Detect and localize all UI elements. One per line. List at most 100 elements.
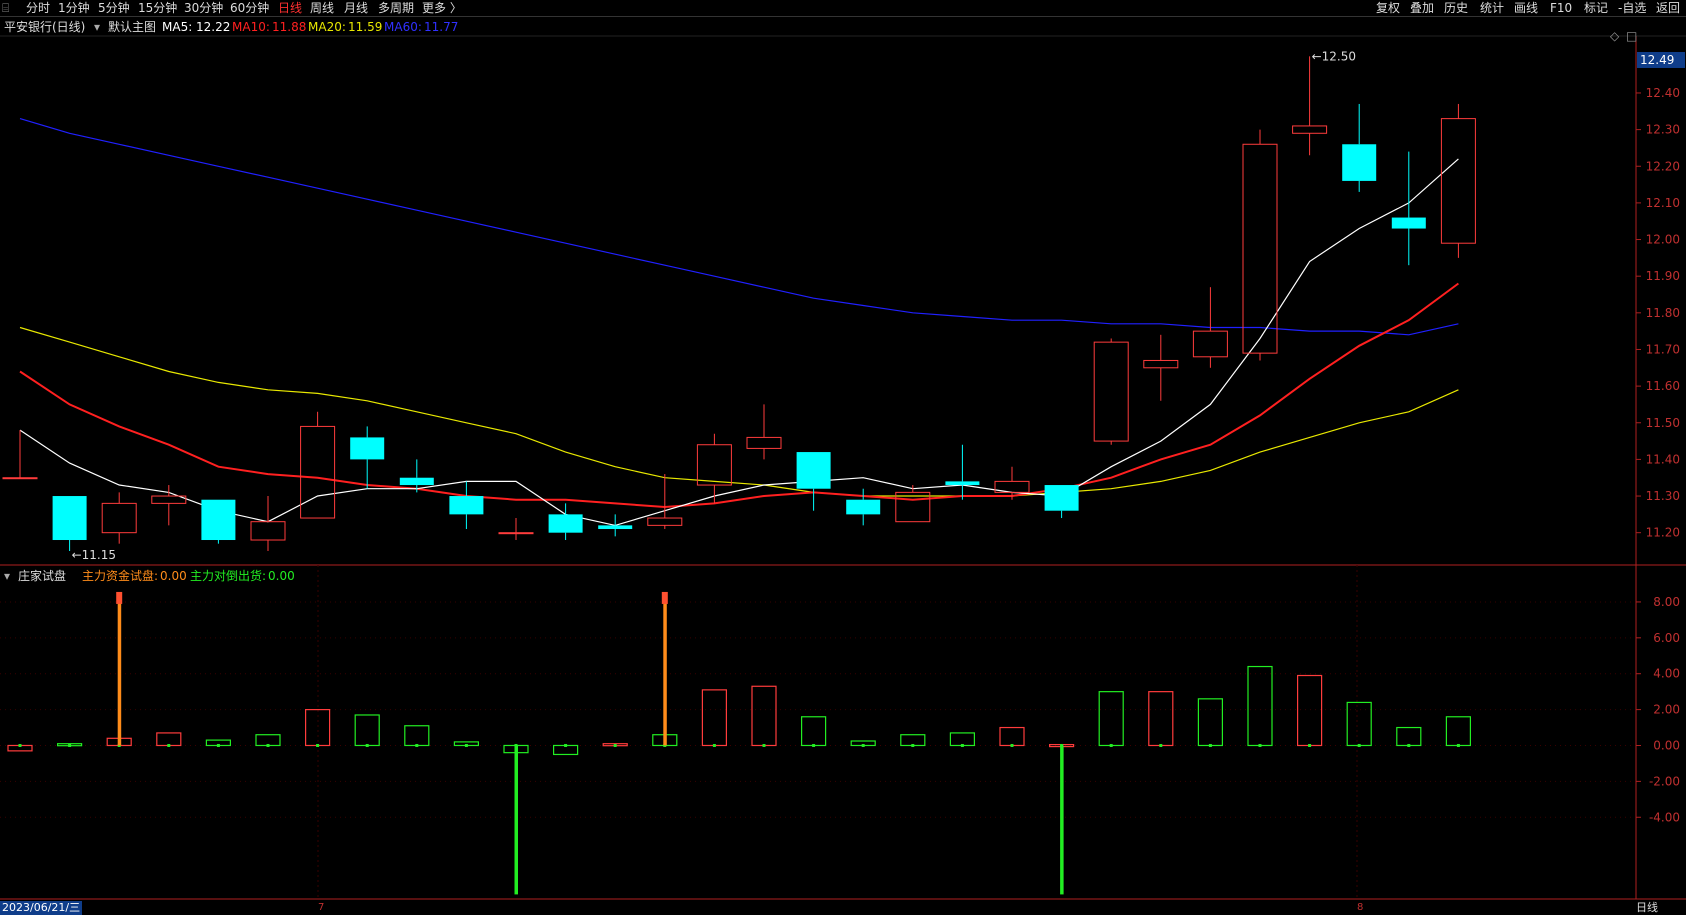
sub-chart-name[interactable]: 庄家试盘	[18, 568, 66, 584]
signal-bar	[602, 743, 628, 747]
signal-bar	[156, 732, 182, 747]
candle-body	[201, 499, 236, 541]
zero-dot	[1208, 743, 1212, 747]
tab-more[interactable]: 更多 〉	[422, 0, 462, 16]
tab-60min[interactable]: 60分钟	[230, 0, 269, 16]
tab-1min[interactable]: 1分钟	[58, 0, 90, 16]
candle-body	[945, 481, 980, 486]
tab-5min[interactable]: 5分钟	[98, 0, 130, 16]
signal-bar	[205, 739, 231, 747]
candle-body	[300, 425, 336, 519]
btn-mark[interactable]: 标记	[1584, 0, 1608, 16]
zero-dot	[613, 743, 617, 747]
zero-dot	[663, 743, 667, 747]
main-chart-name[interactable]: 默认主图	[108, 19, 156, 35]
signal-bar	[850, 740, 876, 747]
zero-dot	[365, 743, 369, 747]
tab-multi-period[interactable]: 多周期	[378, 0, 414, 16]
zero-dot	[960, 743, 964, 747]
signal-bar	[7, 744, 33, 752]
signal2-value: 0.00	[268, 569, 295, 583]
signal-spike	[663, 601, 667, 746]
tab-daily[interactable]: 日线	[278, 0, 302, 16]
zero-dot	[68, 743, 72, 747]
month-marker-7: 7	[318, 902, 325, 913]
candle-body	[250, 521, 286, 541]
tab-fenshi[interactable]: 分时	[26, 0, 50, 16]
zero-dot	[1456, 743, 1460, 747]
btn-remove-fav[interactable]: -自选	[1618, 0, 1646, 16]
zero-dot	[514, 743, 518, 747]
candle-body	[895, 491, 931, 523]
tab-weekly[interactable]: 周线	[310, 0, 334, 16]
ma5-line	[19, 158, 1459, 527]
tab-15min[interactable]: 15分钟	[138, 0, 177, 16]
price-tick-label: 11.90	[1646, 269, 1680, 283]
ma60-label: MA60:	[384, 20, 422, 34]
date-axis	[0, 901, 1686, 915]
zero-dot	[18, 743, 22, 747]
btn-back[interactable]: 返回	[1656, 0, 1680, 16]
sub-tick-label: -2.00	[1649, 774, 1680, 788]
chevron-down-icon[interactable]: ▾	[94, 19, 100, 35]
sub-tick-label: 8.00	[1653, 595, 1680, 609]
signal-bar	[1445, 716, 1472, 747]
candle-body	[1292, 125, 1328, 134]
current-price-box	[1637, 51, 1685, 68]
signal-spike	[514, 745, 518, 895]
zero-dot	[266, 743, 270, 747]
candle-body	[350, 437, 385, 460]
top-toolbar: ⌸ 分时 1分钟 5分钟 15分钟 30分钟 60分钟 日线 周线 月线 多周期…	[0, 0, 1686, 17]
ma20-value: 11.59	[348, 20, 383, 34]
btn-draw[interactable]: 画线	[1514, 0, 1538, 16]
candle-body	[598, 525, 633, 530]
price-annotation: ←12.50	[1312, 49, 1356, 63]
zero-dot	[911, 743, 915, 747]
tab-30min[interactable]: 30分钟	[184, 0, 223, 16]
candle-body	[994, 480, 1030, 493]
signal-bar	[751, 685, 777, 747]
kline-chart[interactable]: ←12.50 ←11.15 12.40 12.30 12.20 12.10 12.00 11…	[0, 0, 1686, 915]
close-icon[interactable]: □	[1626, 28, 1637, 44]
btn-history[interactable]: 历史	[1444, 0, 1468, 16]
signal-bar	[800, 716, 827, 747]
price-tick-label: 11.30	[1646, 489, 1680, 503]
tab-monthly[interactable]: 月线	[344, 0, 368, 16]
period-label[interactable]: 日线	[1636, 901, 1658, 915]
menu-icon[interactable]: ⌸	[2, 0, 9, 16]
sub-tick-label: -4.00	[1649, 810, 1680, 824]
candle-body	[399, 477, 434, 486]
ma20-line	[19, 326, 1459, 497]
candle-body	[647, 517, 683, 526]
signal-bar	[701, 689, 728, 747]
date-label: 2023/06/21/三	[0, 901, 83, 915]
btn-fuquan[interactable]: 复权	[1376, 0, 1400, 16]
signal-spike	[117, 601, 122, 746]
sub-tick-label: 6.00	[1653, 631, 1680, 645]
signal-bar	[56, 743, 83, 747]
candle-body	[1143, 359, 1179, 369]
collapse-icon[interactable]: ◇	[1610, 28, 1619, 44]
btn-stats[interactable]: 统计	[1480, 0, 1504, 16]
signal-spike	[1060, 745, 1064, 895]
sub-tick-label: 0.00	[1653, 738, 1680, 752]
zero-dot	[167, 743, 171, 747]
ma20-label: MA20:	[308, 20, 346, 34]
signal-bar	[255, 734, 281, 747]
signal-bar	[949, 732, 976, 747]
candle-body	[1192, 330, 1228, 358]
sub-chevron-icon[interactable]: ▾	[4, 568, 10, 584]
ma60-line	[19, 118, 1459, 336]
spike-marker	[661, 591, 668, 604]
zero-dot	[1060, 743, 1064, 747]
ma60-value: 11.77	[424, 20, 459, 34]
btn-diejia[interactable]: 叠加	[1410, 0, 1434, 16]
btn-f10[interactable]: F10	[1550, 0, 1572, 16]
signal-bar	[106, 737, 132, 747]
zero-dot	[216, 743, 220, 747]
sub-tick-label: 4.00	[1653, 667, 1680, 681]
signal2-label: 主力对倒出货:	[190, 569, 267, 583]
signal-bar	[1296, 674, 1323, 747]
price-tick-label: 11.20	[1646, 526, 1680, 540]
stock-title[interactable]: 平安银行(日线)	[4, 19, 85, 35]
